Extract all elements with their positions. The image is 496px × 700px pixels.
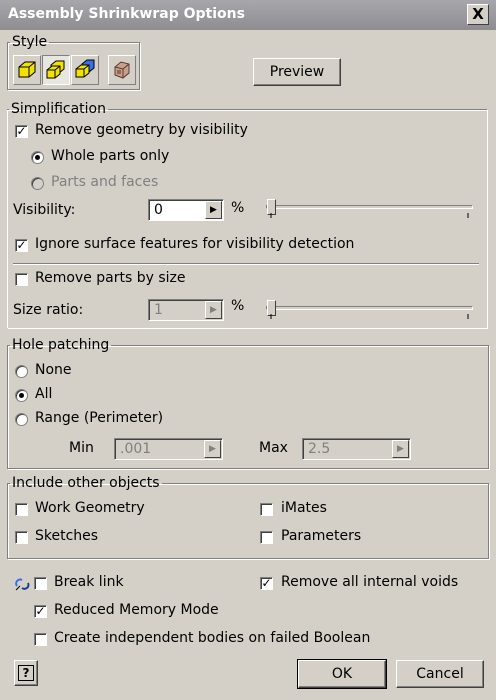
size-ratio-slider-track [266,306,473,310]
break-link-icon [15,578,30,591]
include-other-legend: Include other objects [12,475,160,491]
parts-faces-label: Parts and faces [51,174,159,190]
simplification-legend: Simplification [11,101,106,117]
hole-range-label: Range (Perimeter) [35,410,164,426]
style-legend: Style [12,34,48,50]
hole-none-label: None [35,362,72,378]
independent-bodies-checkbox[interactable] [34,633,47,646]
work-geometry-checkbox[interactable] [15,503,28,516]
reduced-memory-label: Reduced Memory Mode [54,602,219,618]
hole-all-radio[interactable] [15,389,28,402]
sketches-label: Sketches [35,528,99,544]
min-spin-arrow[interactable]: ▶ [204,440,221,458]
ok-label: OK [331,666,353,682]
hole-none-radio[interactable] [15,365,28,378]
visibility-spin-arrow[interactable]: ▶ [205,201,222,219]
cancel-button[interactable]: Cancel [396,660,484,688]
style-button-assembly-part[interactable] [108,55,136,85]
imates-label: iMates [281,500,327,516]
close-icon: X [472,5,484,23]
hole-patching-legend: Hole patching [12,337,110,353]
chevron-right-icon: ▶ [210,205,217,215]
size-ratio-label: Size ratio: [13,302,84,318]
remove-voids-label: Remove all internal voids [281,574,459,590]
preview-label: Preview [269,64,325,80]
help-button[interactable]: ? [14,660,38,686]
close-button[interactable]: X [467,4,489,25]
min-value: .001 [120,441,152,457]
parts-faces-radio[interactable] [31,177,44,190]
help-icon: ? [18,665,34,681]
hole-range-radio[interactable] [15,413,28,426]
remove-by-visibility-checkbox[interactable]: ✓ [15,125,28,138]
visibility-slider[interactable] [266,199,473,219]
visibility-slider-ticks [270,213,469,218]
assembly-part-icon [114,61,130,79]
max-label: Max [259,440,288,456]
simplification-separator [13,263,479,265]
sketches-checkbox[interactable] [15,531,28,544]
chevron-right-icon: ▶ [397,444,404,454]
include-other-group: Include other objects [7,475,489,559]
ignore-surface-label: Ignore surface features for visibility d… [35,236,355,252]
style-button-single-composite[interactable] [13,55,41,85]
whole-parts-radio[interactable] [31,151,44,164]
size-ratio-spinner[interactable]: 1 ▶ [148,299,224,321]
size-ratio-slider[interactable] [266,298,473,320]
chevron-right-icon: ▶ [210,305,217,315]
size-ratio-slider-ticks [270,314,469,319]
surface-composite-icon [75,59,95,78]
visibility-slider-track [266,205,473,209]
multiple-solid-icon [46,60,65,79]
style-button-multiple-solid[interactable] [42,55,70,85]
max-spinner[interactable]: 2.5 ▶ [302,438,411,460]
window-title: Assembly Shrinkwrap Options [8,6,245,22]
preview-button[interactable]: Preview [253,58,341,86]
imates-checkbox[interactable] [260,503,273,516]
reduced-memory-checkbox[interactable]: ✓ [34,605,47,618]
visibility-unit: % [231,200,245,216]
title-bar: Assembly Shrinkwrap Options X [0,0,496,30]
style-button-surface-composite[interactable] [71,55,99,85]
visibility-label: Visibility: [13,202,76,218]
max-value: 2.5 [308,441,331,457]
min-spinner[interactable]: .001 ▶ [114,438,223,460]
single-composite-icon [18,61,36,78]
work-geometry-label: Work Geometry [35,500,145,516]
size-ratio-value: 1 [154,302,163,318]
remove-voids-checkbox[interactable]: ✓ [260,577,273,590]
ok-button[interactable]: OK [297,659,387,689]
remove-by-visibility-label: Remove geometry by visibility [35,122,248,138]
visibility-value: 0 [154,202,163,218]
max-spin-arrow[interactable]: ▶ [392,440,409,458]
break-link-label: Break link [54,574,124,590]
independent-bodies-label: Create independent bodies on failed Bool… [54,630,371,646]
cancel-label: Cancel [416,666,464,682]
parameters-checkbox[interactable] [260,531,273,544]
visibility-spinner[interactable]: 0 ▶ [148,199,224,221]
whole-parts-label: Whole parts only [51,148,170,164]
size-ratio-unit: % [231,298,245,314]
chevron-right-icon: ▶ [209,444,216,454]
remove-by-size-label: Remove parts by size [35,270,186,286]
ignore-surface-checkbox[interactable]: ✓ [15,239,28,252]
parameters-label: Parameters [281,528,362,544]
break-link-checkbox[interactable] [34,577,47,590]
min-label: Min [69,440,94,456]
remove-by-size-checkbox[interactable] [15,273,28,286]
size-ratio-spin-arrow[interactable]: ▶ [205,301,222,319]
hole-all-label: All [35,386,53,402]
